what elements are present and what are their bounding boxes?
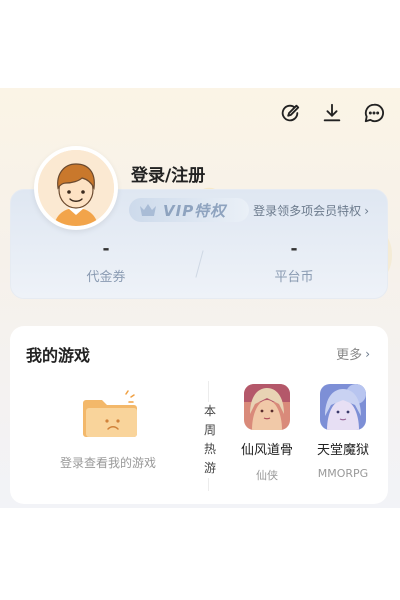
platform-coin-value: - [290, 239, 298, 259]
platform-coin-stat[interactable]: - 平台币 [219, 239, 369, 286]
avatar[interactable] [34, 146, 118, 230]
game-icon-xianfengdaogu [244, 384, 290, 430]
vip-crown-icon [140, 204, 156, 216]
download-icon[interactable] [320, 101, 344, 125]
game-name: 仙风道骨 [240, 443, 293, 458]
more-games-link[interactable]: 更多 › [336, 344, 370, 364]
vip-promo-text: 登录领多项会员特权 [253, 204, 362, 218]
vip-badge: VIP特权 [129, 198, 249, 222]
edit-icon[interactable] [278, 101, 302, 125]
more-label: 更多 [336, 348, 363, 363]
login-to-view-games-link[interactable]: 登录查看我的游戏 [60, 454, 156, 471]
game-tag: MMORPG [317, 467, 369, 480]
chevron-right-icon: › [365, 346, 370, 361]
game-name: 天堂魔狱 [316, 443, 369, 458]
game-item-tiantangmoyu[interactable]: 天堂魔狱 MMORPG [308, 384, 378, 480]
vip-promo-link[interactable]: 登录领多项会员特权 › [253, 202, 369, 219]
weekly-hot-label: 本周热游 [203, 402, 217, 478]
coupon-label: 代金券 [86, 270, 126, 285]
header-actions [278, 101, 386, 125]
chevron-right-icon: › [364, 203, 369, 218]
game-icon-tiantangmoyu [320, 384, 366, 430]
platform-coin-label: 平台币 [274, 270, 314, 285]
my-games-title: 我的游戏 [26, 346, 91, 365]
coupon-value: - [102, 239, 110, 259]
coupon-stat[interactable]: - 代金券 [31, 239, 181, 286]
game-item-xianfengdaogu[interactable]: 仙风道骨 仙侠 [232, 384, 302, 483]
game-tag: 仙侠 [256, 469, 278, 482]
empty-folder-icon [83, 390, 137, 437]
login-register-link[interactable]: 登录/注册 [131, 161, 205, 186]
default-avatar-icon [38, 150, 114, 226]
vip-badge-text: VIP特权 [163, 201, 227, 220]
stat-divider [195, 250, 204, 278]
message-icon[interactable] [362, 101, 386, 125]
my-games-card: 我的游戏 更多 › 登录查看我的游戏 本周热游 仙风道骨 仙侠 天堂魔狱 MMO… [10, 326, 388, 504]
